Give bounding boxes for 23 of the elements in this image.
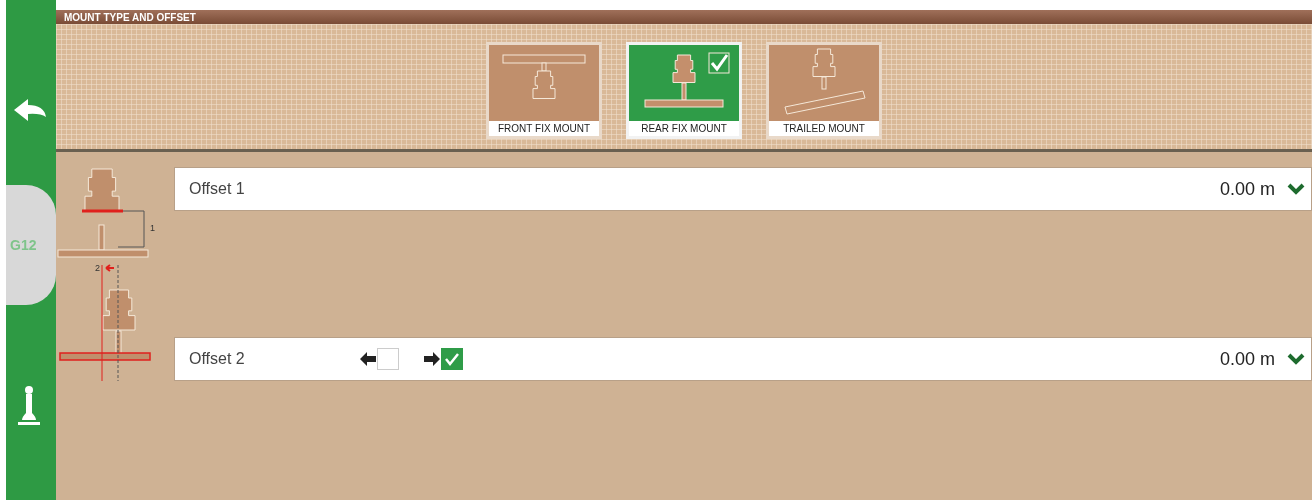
offset-label: Offset 1	[189, 179, 246, 199]
dropdown-chevron-icon[interactable]	[1287, 183, 1305, 195]
dropdown-chevron-icon[interactable]	[1287, 353, 1305, 365]
back-icon[interactable]	[12, 97, 48, 123]
offset-number: 1	[150, 222, 155, 235]
mount-option[interactable]: REAR FIX MOUNT	[626, 42, 742, 139]
offset-field[interactable]: Offset 1 0.00 m	[174, 167, 1312, 211]
checkbox-checked-icon	[708, 52, 730, 74]
direction-checkbox[interactable]	[441, 348, 463, 370]
left-arrow-icon	[359, 350, 377, 368]
offset-field[interactable]: Offset 2 0.00 m	[174, 337, 1312, 381]
mount-option[interactable]: TRAILED MOUNT	[766, 42, 882, 139]
logo-text: G12	[10, 235, 37, 255]
offset-value: 0.00 m	[1219, 177, 1275, 201]
offset-number: 2	[95, 262, 100, 275]
direction-checkbox[interactable]	[377, 348, 399, 370]
offset-value: 0.00 m	[1219, 347, 1275, 371]
offset-label: Offset 2	[189, 349, 246, 369]
joystick-icon[interactable]	[18, 385, 40, 427]
right-arrow-icon	[423, 350, 441, 368]
check-icon	[444, 352, 460, 366]
mount-option[interactable]: FRONT FIX MOUNT	[486, 42, 602, 139]
header-title: MOUNT TYPE AND OFFSET	[64, 10, 196, 25]
